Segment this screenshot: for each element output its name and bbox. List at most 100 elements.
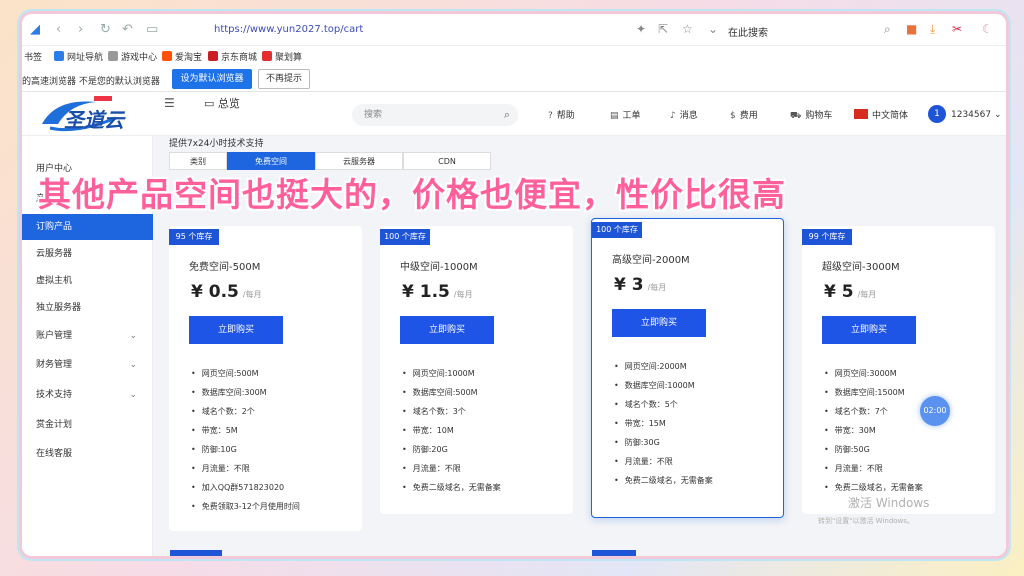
- list-item: 防御:30G: [614, 433, 713, 452]
- stock-badge: 100 个库存: [592, 222, 642, 238]
- cart-link[interactable]: ⛟ 购物车: [790, 108, 832, 122]
- monitor-icon: ▭: [204, 97, 218, 110]
- download-icon[interactable]: ⤓: [930, 22, 935, 37]
- list-item: 域名个数：2个: [191, 402, 300, 421]
- bookmark-item[interactable]: 聚划算: [262, 50, 302, 63]
- bookmark-item[interactable]: 网址导航: [54, 50, 103, 63]
- search-icon[interactable]: ⌕: [884, 22, 891, 37]
- list-item: 带宽：10M: [402, 421, 501, 440]
- product-price: ¥ 3/每月: [614, 275, 667, 295]
- overview-link[interactable]: ▭ 总览: [204, 95, 240, 111]
- chevron-down-icon[interactable]: ⌄: [708, 22, 718, 36]
- user-avatar[interactable]: 1: [928, 105, 946, 123]
- chevron-down-icon: ⌄: [129, 331, 137, 341]
- sidebar-item-bounty[interactable]: 赏金计划: [22, 412, 153, 438]
- help-icon: ?: [548, 111, 553, 121]
- bookmark-item[interactable]: 京东商城: [208, 50, 257, 63]
- sparkle-icon[interactable]: ✦: [636, 22, 646, 36]
- list-item: 月流量：不限: [614, 452, 713, 471]
- buy-now-button[interactable]: 立即购买: [612, 309, 706, 337]
- list-item: 网页空间:3000M: [824, 364, 923, 383]
- browser-logo-icon: ◢: [30, 22, 40, 37]
- ticket-link[interactable]: ▤ 工单: [610, 108, 641, 121]
- set-default-button[interactable]: 设为默认浏览器: [172, 69, 252, 89]
- video-caption: 其他产品空间也挺大的，价格也便宜，性价比很高: [38, 175, 786, 214]
- sidebar-item-live-chat[interactable]: 在线客服: [22, 441, 153, 467]
- product-card: 100 个库存 高级空间-2000M ¥ 3/每月 立即购买 网页空间:2000…: [591, 218, 784, 518]
- list-item: 域名个数：5个: [614, 395, 713, 414]
- browser-toolbar: ◢ ‹ › ↻ ↶ ▭ https://www.yun2027.top/cart…: [22, 14, 1006, 46]
- feature-list: 网页空间:1000M 数据库空间:500M 域名个数：3个 带宽：10M 防御:…: [402, 364, 501, 497]
- sidebar-item-dedicated-server[interactable]: 独立服务器: [22, 295, 153, 321]
- bookmark-item[interactable]: 游戏中心: [108, 50, 157, 63]
- undo-icon[interactable]: ↶: [122, 22, 133, 37]
- language-select[interactable]: 中文简体: [854, 108, 908, 121]
- browser-window: ◢ ‹ › ↻ ↶ ▭ https://www.yun2027.top/cart…: [22, 14, 1006, 556]
- taobao-icon: [162, 51, 172, 61]
- moon-icon[interactable]: ☾: [982, 22, 993, 36]
- product-price: ¥ 5/每月: [824, 282, 877, 302]
- buy-now-button[interactable]: 立即购买: [189, 316, 283, 344]
- support-text: 提供7x24小时技术支持: [169, 139, 264, 149]
- cart-icon: ⛟: [790, 111, 802, 121]
- list-item: 免费二级域名，无需备案: [614, 471, 713, 490]
- share-icon[interactable]: ⇱: [658, 22, 668, 36]
- juhuasuan-icon: [262, 51, 272, 61]
- dollar-icon: $: [730, 111, 736, 121]
- user-menu[interactable]: 1234567 ⌄: [951, 110, 1002, 120]
- list-item: 加入QQ群571823020: [191, 478, 300, 497]
- list-item: 带宽：5M: [191, 421, 300, 440]
- next-row-badge: [170, 550, 222, 556]
- stock-badge: 95 个库存: [169, 229, 219, 245]
- sidebar-item-support[interactable]: 技术支持 ⌄: [22, 382, 153, 408]
- site-search-input[interactable]: 搜索 ⌕: [352, 104, 518, 126]
- list-item: 网页空间:500M: [191, 364, 300, 383]
- video-timer: 02:00: [920, 396, 950, 426]
- sidebar-item-cloud-server[interactable]: 云服务器: [22, 241, 153, 267]
- list-item: 免费二级域名，无需备案: [402, 478, 501, 497]
- no-ask-button[interactable]: 不再提示: [258, 69, 310, 89]
- site-logo[interactable]: 圣道云: [36, 94, 126, 136]
- product-name: 超级空间-3000M: [822, 262, 900, 273]
- browser-search-box[interactable]: 在此搜索: [728, 24, 768, 39]
- product-price: ¥ 1.5/每月: [402, 282, 473, 302]
- messages-link[interactable]: ♪ 消息: [670, 108, 698, 121]
- tabs-icon[interactable]: ▭: [146, 22, 158, 37]
- buy-now-button[interactable]: 立即购买: [400, 316, 494, 344]
- search-icon[interactable]: ⌕: [504, 104, 510, 126]
- address-bar[interactable]: https://www.yun2027.top/cart: [214, 24, 363, 35]
- list-item: 带宽：15M: [614, 414, 713, 433]
- windows-activation-hint: 转到"设置"以激活 Windows。: [818, 517, 914, 525]
- scissors-icon[interactable]: ✂: [952, 22, 962, 36]
- chevron-down-icon: ⌄: [129, 390, 137, 400]
- bookmark-item[interactable]: 爱淘宝: [162, 50, 202, 63]
- list-item: 数据库空间:500M: [402, 383, 501, 402]
- help-link[interactable]: ? 帮助: [548, 108, 575, 121]
- next-row-badge: [592, 550, 636, 556]
- back-icon[interactable]: ‹: [56, 22, 61, 37]
- sidebar-item-finance[interactable]: 财务管理 ⌄: [22, 352, 153, 378]
- extension-icon[interactable]: ■: [906, 22, 917, 36]
- ticket-icon: ▤: [610, 111, 619, 121]
- bell-icon: ♪: [670, 111, 676, 121]
- buy-now-button[interactable]: 立即购买: [822, 316, 916, 344]
- billing-link[interactable]: $ 费用: [730, 108, 758, 121]
- product-name: 中级空间-1000M: [400, 262, 478, 273]
- list-item: 防御:20G: [402, 440, 501, 459]
- product-name: 免费空间-500M: [189, 262, 261, 273]
- sidebar-item-virtual-host[interactable]: 虚拟主机: [22, 268, 153, 294]
- bookmark-item[interactable]: 书签: [24, 50, 42, 63]
- menu-toggle-icon[interactable]: ☰: [164, 96, 175, 110]
- list-item: 月流量：不限: [824, 459, 923, 478]
- list-item: 网页空间:1000M: [402, 364, 501, 383]
- sidebar-item-account[interactable]: 账户管理 ⌄: [22, 323, 153, 349]
- refresh-icon[interactable]: ↻: [100, 22, 111, 37]
- forward-icon[interactable]: ›: [78, 22, 83, 37]
- product-card: 99 个库存 超级空间-3000M ¥ 5/每月 立即购买 网页空间:3000M…: [802, 226, 995, 514]
- stock-badge: 100 个库存: [380, 229, 430, 245]
- default-browser-notice: 的高速浏览器 不是您的默认浏览器 设为默认浏览器 不再提示: [22, 66, 1006, 92]
- feature-list: 网页空间:500M 数据库空间:300M 域名个数：2个 带宽：5M 防御:10…: [191, 364, 300, 516]
- list-item: 带宽：30M: [824, 421, 923, 440]
- sidebar-item-order-products[interactable]: 订购产品: [22, 214, 153, 240]
- star-icon[interactable]: ☆: [682, 22, 693, 36]
